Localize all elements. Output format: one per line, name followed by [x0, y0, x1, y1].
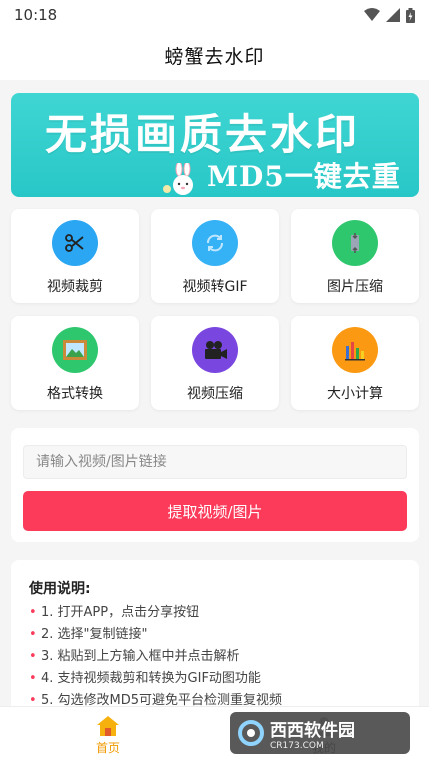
tool-size-calc[interactable]: 大小计算: [291, 316, 419, 410]
status-time: 10:18: [14, 6, 58, 24]
list-item: • 2. 选择"复制链接": [29, 624, 419, 646]
tool-label: 格式转换: [47, 386, 103, 402]
signal-icon: [386, 8, 400, 22]
tool-video-to-gif[interactable]: 视频转GIF: [151, 209, 279, 303]
list-item: • 1. 打开APP，点击分享按钮: [29, 602, 419, 624]
bullet-icon: •: [29, 671, 37, 686]
tool-label: 图片压缩: [327, 279, 383, 295]
instruction-text: 2. 选择"复制链接": [41, 627, 148, 642]
tool-format-convert[interactable]: 格式转换: [11, 316, 139, 410]
watermark-url: CR173.COM: [270, 740, 324, 751]
extract-button[interactable]: 提取视频/图片: [23, 491, 407, 531]
bullet-icon: •: [29, 605, 37, 620]
scissors-icon: [52, 220, 98, 266]
app-bar: 螃蟹去水印: [0, 30, 429, 80]
logo-icon: [238, 720, 264, 746]
tool-label: 视频转GIF: [182, 279, 248, 295]
bullet-icon: •: [29, 649, 37, 664]
bunny-icon: [163, 163, 193, 195]
tool-label: 视频压缩: [187, 386, 243, 402]
link-input-card: 提取视频/图片: [11, 428, 419, 542]
bar-chart-icon: [332, 327, 378, 373]
page-title: 螃蟹去水印: [164, 45, 265, 68]
tool-video-compress[interactable]: 视频压缩: [151, 316, 279, 410]
watermark-brand: 西西软件园: [270, 720, 355, 741]
tool-label: 大小计算: [327, 386, 383, 402]
tool-video-crop[interactable]: 视频裁剪: [11, 209, 139, 303]
instruction-text: 4. 支持视频裁剪和转换为GIF动图功能: [41, 671, 261, 686]
promo-banner[interactable]: 无损画质去水印 MD5一键去重: [11, 93, 419, 197]
instruction-text: 1. 打开APP，点击分享按钮: [41, 605, 200, 620]
compress-icon: [332, 220, 378, 266]
nav-home-label: 首页: [95, 741, 120, 755]
home-icon: [97, 716, 119, 736]
link-input[interactable]: [23, 445, 407, 479]
nav-home[interactable]: 首页: [80, 715, 136, 756]
banner-headline: 无损画质去水印: [45, 110, 361, 159]
watermark-logo: 西西软件园 CR173.COM: [230, 712, 410, 754]
instruction-text: 3. 粘贴到上方输入框中并点击解析: [41, 649, 240, 664]
picture-icon: [52, 327, 98, 373]
list-item: • 3. 粘贴到上方输入框中并点击解析: [29, 646, 419, 668]
tool-image-compress[interactable]: 图片压缩: [291, 209, 419, 303]
battery-icon: [406, 7, 415, 23]
status-icons: [364, 7, 415, 23]
tool-label: 视频裁剪: [47, 279, 103, 295]
status-bar: 10:18: [0, 0, 429, 30]
refresh-icon: [192, 220, 238, 266]
bullet-icon: •: [29, 627, 37, 642]
video-camera-icon: [192, 327, 238, 373]
wifi-icon: [364, 8, 380, 21]
instructions-title: 使用说明:: [29, 581, 91, 597]
instructions-card: 使用说明: • 1. 打开APP，点击分享按钮 • 2. 选择"复制链接" • 3. …: [11, 560, 419, 710]
list-item: • 4. 支持视频裁剪和转换为GIF动图功能: [29, 668, 419, 690]
banner-subheadline: MD5一键去重: [207, 160, 401, 193]
